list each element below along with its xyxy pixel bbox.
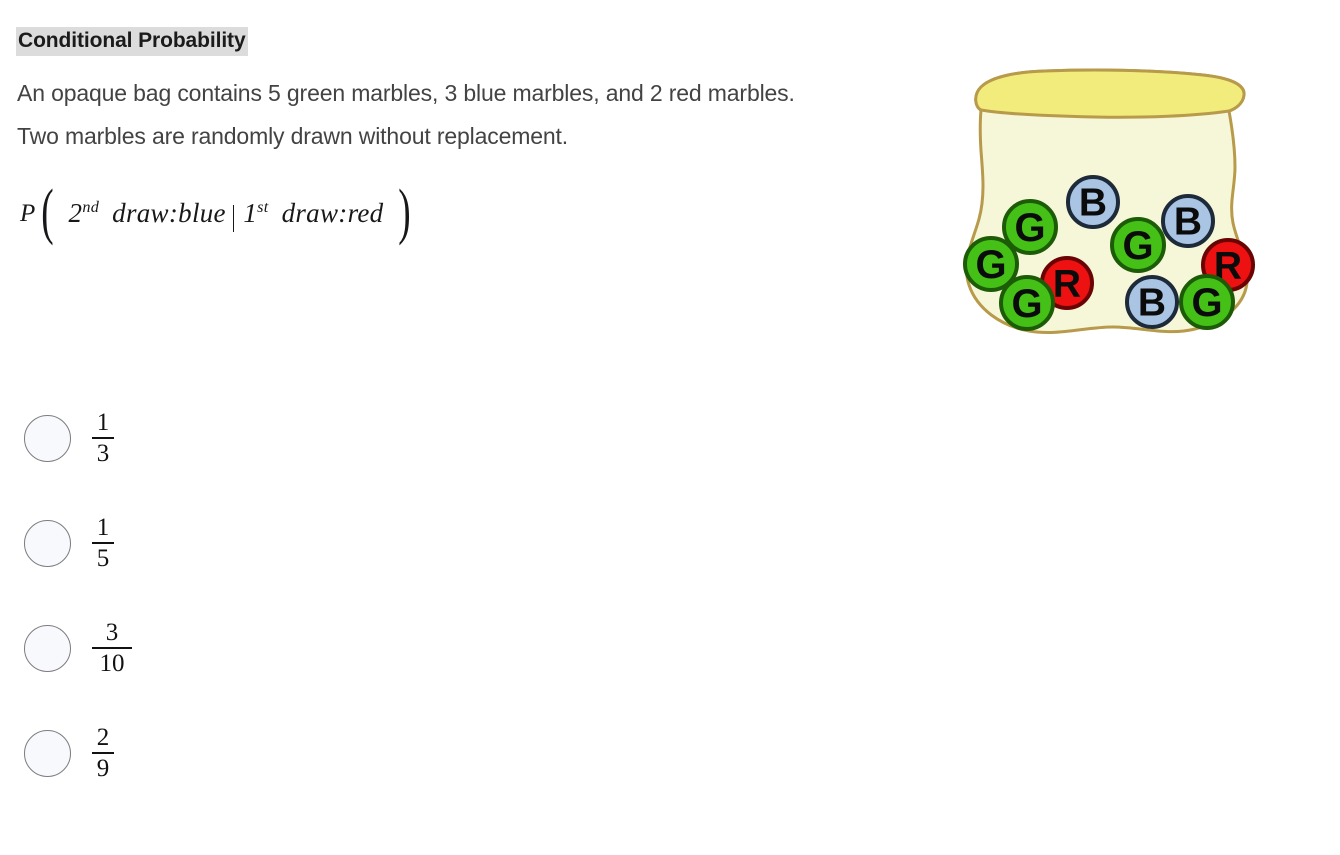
first-event-ordinal-suffix: nd [82, 198, 100, 216]
fraction-denominator: 9 [96, 755, 110, 782]
prompt-line-2: Two marbles are randomly drawn without r… [17, 123, 568, 149]
answer-option-row[interactable]: 3 10 [24, 620, 132, 676]
prompt-line-1: An opaque bag contains 5 green marbles, … [17, 80, 795, 106]
marble-letter: G [1122, 224, 1153, 268]
fraction-denominator: 10 [99, 650, 125, 677]
fraction-numerator: 3 [105, 619, 119, 646]
marble-letter: G [1014, 206, 1045, 250]
first-event-base: 2 [68, 198, 83, 228]
question-page: Conditional Probability An opaque bag co… [0, 0, 1340, 855]
page-title-container: Conditional Probability [16, 27, 248, 56]
marble-letter: B [1138, 282, 1166, 325]
second-event-term: 1st [243, 198, 268, 229]
first-event-label: draw:blue [112, 198, 226, 228]
marble-letter: R [1053, 263, 1081, 306]
radio-button-option-c[interactable] [24, 624, 71, 672]
marble-letter: B [1174, 201, 1202, 244]
answer-option-row[interactable]: 13 [24, 410, 114, 466]
marble-blue: B [1125, 275, 1179, 329]
answer-fraction: 15 [92, 515, 114, 571]
radio-button-option-b[interactable] [24, 519, 71, 567]
first-event-term: 2nd [69, 198, 100, 229]
answer-fraction: 13 [92, 410, 114, 466]
radio-button-option-d[interactable] [24, 729, 71, 777]
fraction-numerator: 2 [96, 724, 110, 751]
marble-green: G [1179, 274, 1235, 330]
given-bar [232, 205, 235, 232]
marble-blue: B [1066, 175, 1120, 229]
marble-green: G [1110, 217, 1166, 273]
marble-letter: B [1079, 182, 1107, 225]
second-event-ordinal-suffix: st [257, 198, 269, 216]
answer-option-row[interactable]: 15 [24, 515, 114, 571]
marble-letter: G [1191, 281, 1222, 325]
answer-option-row[interactable]: 29 [24, 725, 114, 781]
marble-blue: B [1161, 194, 1215, 248]
radio-button-option-a[interactable] [24, 414, 71, 462]
probability-expression: P ( 2nd draw:blue 1st draw:red ) [20, 177, 412, 246]
second-event-base: 1 [243, 198, 258, 228]
marble-bag-illustration: BGBGGRRGBG [945, 55, 1265, 355]
probability-p-symbol: P [20, 199, 36, 227]
marble-green: G [1002, 199, 1058, 255]
marble-letter: G [975, 243, 1006, 287]
page-title: Conditional Probability [16, 27, 248, 56]
bag-top-band [974, 68, 1246, 119]
marble-letter: G [1011, 282, 1042, 326]
answer-fraction: 29 [92, 725, 114, 781]
fraction-denominator: 5 [96, 545, 110, 572]
second-event-label: draw:red [281, 198, 384, 228]
fraction-numerator: 1 [96, 409, 110, 436]
answer-fraction: 3 10 [92, 620, 132, 676]
fraction-denominator: 3 [96, 440, 110, 467]
fraction-numerator: 1 [96, 514, 110, 541]
marble-green: G [999, 275, 1055, 331]
